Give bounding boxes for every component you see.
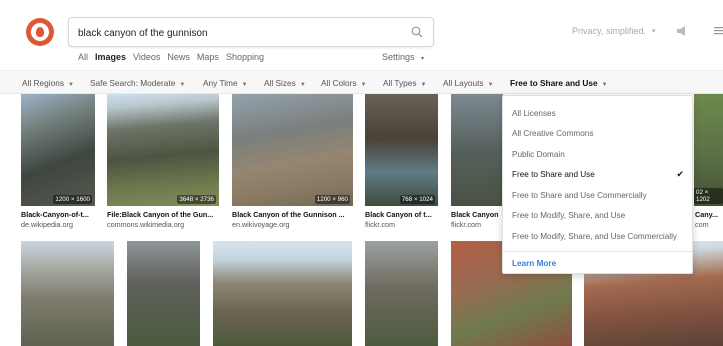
license-dropdown: All Licenses All Creative Commons Public… — [502, 95, 693, 274]
image-dimensions: 1200 × 960 — [314, 195, 350, 204]
result-title: Black Canyon of t... — [365, 210, 432, 219]
filter-safe-search[interactable]: Safe Search: Moderate ▼ — [90, 78, 185, 88]
image-dimensions: 768 × 1024 — [399, 195, 435, 204]
filter-label: All Types — [383, 78, 417, 88]
image-dimensions: 1200 × 1600 — [53, 195, 92, 204]
result-source: flickr.com — [365, 220, 395, 229]
filter-label: All Colors — [321, 78, 357, 88]
result-title: Black-Canyon-of-t... — [21, 210, 89, 219]
filter-label: Any Time — [203, 78, 238, 88]
settings-menu[interactable]: Settings ▾ — [382, 52, 424, 62]
result-title: Cany... — [695, 210, 719, 219]
chevron-down-icon: ▼ — [420, 82, 427, 88]
filter-size[interactable]: All Sizes ▼ — [264, 78, 306, 88]
search-input[interactable] — [78, 24, 398, 42]
license-option[interactable]: Free to Share and Use Commercially — [512, 191, 647, 200]
image-caption[interactable]: Black Canyon of t... flickr.com — [365, 210, 438, 229]
megaphone-icon[interactable] — [676, 26, 688, 36]
image-caption[interactable]: Cany... com — [695, 210, 723, 229]
image-result[interactable]: 768 × 1024 — [365, 94, 438, 206]
chevron-down-icon: ▼ — [487, 82, 494, 88]
image-dimensions: 3648 × 2736 — [177, 195, 216, 204]
image-result[interactable] — [213, 241, 352, 346]
license-option-selected[interactable]: Free to Share and Use — [512, 170, 595, 179]
result-source: commons.wikimedia.org — [107, 220, 185, 229]
tab-images[interactable]: Images — [95, 52, 126, 62]
dropdown-divider — [503, 251, 692, 252]
chevron-down-icon: ▼ — [360, 82, 367, 88]
filter-type[interactable]: All Types ▼ — [383, 78, 426, 88]
hamburger-menu-icon[interactable] — [714, 26, 723, 35]
privacy-label: Privacy, simplified. — [572, 26, 646, 36]
chevron-down-icon: ▼ — [299, 82, 306, 88]
result-title: Black Canyon of the Gunnison ... — [232, 210, 345, 219]
filter-license[interactable]: Free to Share and Use ▼ — [510, 78, 608, 88]
tab-all[interactable]: All — [78, 52, 88, 62]
tab-shopping[interactable]: Shopping — [226, 52, 264, 62]
license-option[interactable]: Public Domain — [512, 150, 565, 159]
image-result[interactable] — [21, 241, 114, 346]
image-result[interactable]: 1200 × 1600 — [21, 94, 95, 206]
result-title: Black Canyon — [451, 210, 499, 219]
filter-region[interactable]: All Regions ▼ — [22, 78, 74, 88]
tab-maps[interactable]: Maps — [197, 52, 219, 62]
image-caption[interactable]: Black Canyon of the Gunnison ... en.wiki… — [232, 210, 353, 229]
chevron-down-icon: ▼ — [67, 82, 74, 88]
image-result[interactable]: 3648 × 2736 — [107, 94, 219, 206]
license-option[interactable]: Free to Modify, Share, and Use — [512, 211, 625, 220]
chevron-down-icon: ▼ — [179, 82, 186, 88]
filter-label: Free to Share and Use — [510, 78, 598, 88]
result-source: com — [695, 220, 709, 229]
image-result[interactable]: 1200 × 960 — [232, 94, 353, 206]
nav-tabs: All Images Videos News Maps Shopping — [78, 52, 264, 62]
image-result[interactable] — [127, 241, 200, 346]
chevron-down-icon: ▼ — [241, 82, 248, 88]
image-result[interactable]: 02 × 1202 — [694, 94, 723, 206]
image-caption[interactable]: File:Black Canyon of the Gun... commons.… — [107, 210, 219, 229]
image-caption[interactable]: Black Canyon flickr.com — [451, 210, 501, 229]
filter-label: All Layouts — [443, 78, 484, 88]
chevron-down-icon: ▼ — [601, 82, 608, 88]
privacy-menu[interactable]: Privacy, simplified. ▾ — [572, 26, 655, 36]
filter-label: All Sizes — [264, 78, 296, 88]
filter-color[interactable]: All Colors ▼ — [321, 78, 366, 88]
checkmark-icon: ✔ — [676, 169, 684, 179]
filter-bar: All Regions ▼ Safe Search: Moderate ▼ Any … — [0, 70, 723, 94]
tab-news[interactable]: News — [167, 52, 190, 62]
image-result[interactable] — [451, 94, 503, 206]
image-caption[interactable]: Black-Canyon-of-t... de.wikipedia.org — [21, 210, 95, 229]
chevron-down-icon: ▾ — [651, 28, 656, 35]
license-option[interactable]: All Licenses — [512, 109, 556, 118]
duckduckgo-logo[interactable] — [26, 18, 54, 46]
chevron-down-icon: ▾ — [421, 56, 425, 62]
filter-label: All Regions — [22, 78, 64, 88]
result-source: flickr.com — [451, 220, 481, 229]
image-dimensions: 02 × 1202 — [694, 188, 723, 204]
filter-time[interactable]: Any Time ▼ — [203, 78, 248, 88]
settings-label: Settings — [382, 52, 415, 62]
duck-icon — [31, 23, 49, 41]
learn-more-link[interactable]: Learn More — [512, 259, 556, 268]
tab-videos[interactable]: Videos — [133, 52, 160, 62]
filter-layout[interactable]: All Layouts ▼ — [443, 78, 494, 88]
license-option[interactable]: Free to Modify, Share, and Use Commercia… — [512, 232, 677, 241]
result-title: File:Black Canyon of the Gun... — [107, 210, 214, 219]
result-source: de.wikipedia.org — [21, 220, 73, 229]
search-icon[interactable] — [411, 26, 423, 38]
result-source: en.wikivoyage.org — [232, 220, 290, 229]
search-box[interactable] — [68, 17, 434, 47]
license-option[interactable]: All Creative Commons — [512, 129, 593, 138]
image-result[interactable] — [365, 241, 438, 346]
filter-label: Safe Search: Moderate — [90, 78, 176, 88]
